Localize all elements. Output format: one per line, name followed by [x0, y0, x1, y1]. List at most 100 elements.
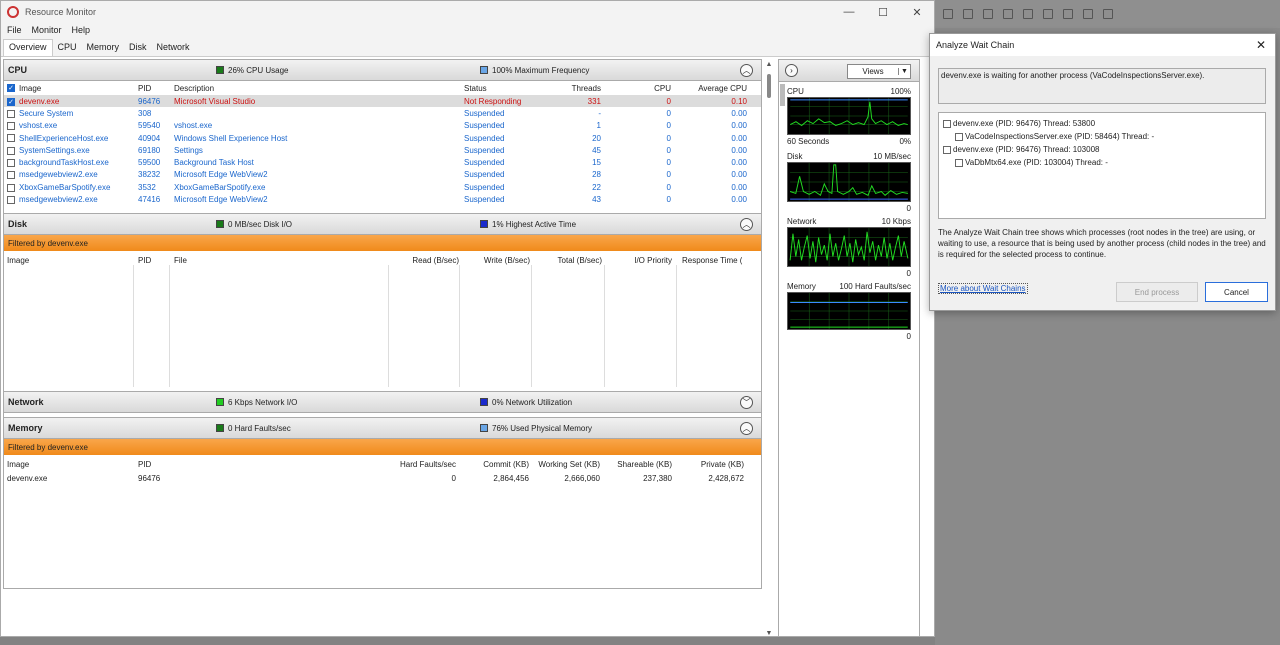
row-checkbox[interactable] [7, 134, 15, 143]
row-pid: 308 [138, 108, 152, 118]
col-description[interactable]: Description [174, 84, 464, 93]
views-dropdown[interactable]: Views ▼ [847, 64, 911, 79]
wait-chain-tree[interactable]: devenv.exe (PID: 96476) Thread: 53800 Va… [938, 112, 1266, 219]
col-disk-image[interactable]: Image [4, 256, 138, 265]
row-pid: 3532 [138, 182, 156, 192]
network-section-header[interactable]: Network 6 Kbps Network I/O 0% Network Ut… [3, 391, 762, 413]
select-all-checkbox[interactable]: ✓ [7, 84, 15, 93]
row-description: Microsoft Edge WebView2 [174, 195, 268, 205]
table-row[interactable]: msedgewebview2.exe 47416 Microsoft Edge We… [4, 193, 761, 205]
wait-chain-description: The Analyze Wait Chain tree shows which … [938, 228, 1266, 259]
expand-network-icon[interactable]: ﹀ [740, 396, 753, 409]
menu-help[interactable]: Help [72, 25, 91, 35]
col-mem-pid[interactable]: PID [138, 460, 174, 469]
col-average-cpu[interactable]: Average CPU [671, 84, 747, 93]
row-checkbox[interactable]: ✓ [7, 97, 15, 106]
tab-overview[interactable]: Overview [3, 39, 53, 56]
row-cpu: 0 [666, 96, 671, 106]
menu-monitor[interactable]: Monitor [32, 25, 62, 35]
col-mem-private[interactable]: Private (KB) [672, 460, 744, 469]
tree-node[interactable]: devenv.exe (PID: 96476) Thread: 103008 [939, 143, 1265, 156]
menu-file[interactable]: File [7, 25, 22, 35]
cpu-section-header[interactable]: CPU 26% CPU Usage 100% Maximum Frequency… [3, 59, 762, 81]
table-row[interactable]: backgroundTaskHost.exe 59500 Background Ta… [4, 156, 761, 168]
table-row[interactable]: devenv.exe 96476 0 2,864,456 2,666,060 2… [4, 471, 761, 486]
memory-section-title: Memory [8, 423, 43, 433]
tree-node-label: VaCodeInspectionsServer.exe (PID: 58464)… [965, 132, 1155, 141]
col-mem-commit[interactable]: Commit (KB) [456, 460, 529, 469]
table-row[interactable]: Secure System 308 Suspended - 0 0.00 [4, 107, 761, 119]
tab-disk[interactable]: Disk [124, 40, 152, 56]
row-status: Suspended [464, 108, 505, 118]
table-row[interactable]: SystemSettings.exe 69180 Settings Suspended… [4, 144, 761, 156]
tree-node-checkbox[interactable] [955, 158, 963, 167]
more-about-wait-chains-link[interactable]: More about Wait Chains [938, 283, 1028, 294]
collapse-cpu-icon[interactable]: ︿ [740, 64, 753, 77]
memory-section-header[interactable]: Memory 0 Hard Faults/sec 76% Used Physic… [3, 417, 762, 439]
row-checkbox[interactable] [7, 109, 15, 118]
tab-network[interactable]: Network [152, 40, 195, 56]
row-checkbox[interactable] [7, 183, 15, 192]
close-button[interactable]: ✕ [900, 6, 934, 19]
minimize-button[interactable]: — [832, 6, 866, 19]
end-process-button[interactable]: End process [1116, 282, 1198, 302]
tab-cpu[interactable]: CPU [53, 40, 82, 56]
col-image[interactable]: Image [19, 84, 41, 93]
col-disk-pid[interactable]: PID [138, 256, 174, 265]
row-checkbox[interactable] [7, 122, 15, 131]
col-disk-io-priority[interactable]: I/O Priority [602, 256, 672, 265]
col-mem-shareable[interactable]: Shareable (KB) [600, 460, 672, 469]
row-cpu: 0 [666, 133, 671, 143]
tab-memory[interactable]: Memory [82, 40, 125, 56]
row-checkbox[interactable] [7, 171, 15, 180]
memory-table: Filtered by devenv.exe Image PID Hard Fa… [3, 439, 762, 589]
cancel-button[interactable]: Cancel [1205, 282, 1268, 302]
col-disk-response-time[interactable]: Response Time (... [672, 256, 742, 265]
table-row[interactable]: XboxGameBarSpotify.exe 3532 XboxGameBarSpo… [4, 181, 761, 193]
row-threads: 28 [592, 170, 601, 180]
col-disk-read[interactable]: Read (B/sec) [389, 256, 459, 265]
row-average-cpu: 0.00 [731, 145, 747, 155]
table-row[interactable]: ShellExperienceHost.exe 40904 Windows Shel… [4, 132, 761, 144]
collapse-disk-icon[interactable]: ︿ [740, 218, 753, 231]
row-description: Settings [174, 145, 203, 155]
maximize-button[interactable]: ☐ [866, 6, 900, 19]
table-row[interactable]: msedgewebview2.exe 38232 Microsoft Edge We… [4, 169, 761, 181]
cpu-table-header: ✓ Image PID Description Status Threads CP… [4, 81, 761, 95]
row-status: Not Responding [464, 96, 522, 106]
col-disk-total[interactable]: Total (B/sec) [530, 256, 602, 265]
col-pid[interactable]: PID [138, 84, 174, 93]
disk-active-time-swatch [480, 220, 488, 228]
vertical-scrollbar[interactable]: ▲ ▼ [763, 59, 775, 637]
row-checkbox[interactable] [7, 195, 15, 204]
disk-section-header[interactable]: Disk 0 MB/sec Disk I/O 1% Highest Active… [3, 213, 762, 235]
col-cpu[interactable]: CPU [601, 84, 671, 93]
col-mem-image[interactable]: Image [4, 460, 138, 469]
dialog-close-icon[interactable]: ✕ [1247, 38, 1275, 52]
memory-filter-banner: Filtered by devenv.exe [4, 439, 761, 455]
table-row[interactable]: ✓ devenv.exe 96476 Microsoft Visual Studio N… [4, 95, 761, 108]
collapse-memory-icon[interactable]: ︿ [740, 422, 753, 435]
col-threads[interactable]: Threads [544, 84, 601, 93]
row-checkbox[interactable] [7, 146, 15, 155]
row-checkbox[interactable] [7, 159, 15, 168]
disk-section-title: Disk [8, 219, 28, 229]
tree-node[interactable]: VaDbMtx64.exe (PID: 103004) Thread: - [939, 156, 1265, 169]
row-image: msedgewebview2.exe [19, 195, 98, 205]
tree-node-checkbox[interactable] [943, 119, 951, 128]
mem-row-image: devenv.exe [7, 474, 48, 483]
col-disk-file[interactable]: File [174, 256, 389, 265]
collapse-graphs-icon[interactable]: › [785, 64, 798, 77]
cpu-graph-time-span: 60 Seconds [787, 137, 830, 146]
col-mem-working-set[interactable]: Working Set (KB) [529, 460, 600, 469]
tree-node[interactable]: VaCodeInspectionsServer.exe (PID: 58464)… [939, 130, 1265, 143]
col-status[interactable]: Status [464, 84, 544, 93]
row-pid: 96476 [138, 96, 161, 106]
col-mem-hard-faults[interactable]: Hard Faults/sec [174, 460, 456, 469]
tree-node-checkbox[interactable] [955, 132, 963, 141]
tree-node[interactable]: devenv.exe (PID: 96476) Thread: 53800 [939, 117, 1265, 130]
row-average-cpu: 0.00 [731, 108, 747, 118]
table-row[interactable]: vshost.exe 59540 vshost.exe Suspended 1 0 0.00 [4, 120, 761, 132]
tree-node-checkbox[interactable] [943, 145, 951, 154]
col-disk-write[interactable]: Write (B/sec) [459, 256, 530, 265]
